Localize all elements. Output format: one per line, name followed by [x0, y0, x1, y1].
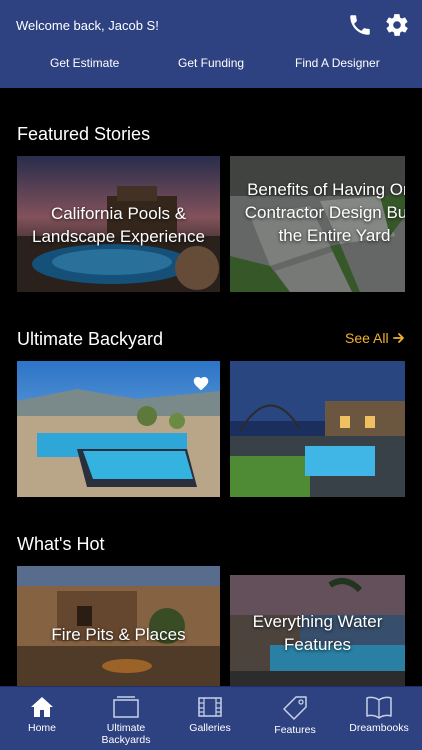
tab-label: Galleries [189, 722, 231, 734]
phone-icon[interactable] [347, 12, 373, 38]
backyard-icon [113, 696, 139, 718]
featured-card-one-contractor[interactable]: Benefits of Having One Contractor Design… [230, 156, 405, 292]
tab-ultimate-backyards[interactable]: Ultimate Backyards [84, 687, 168, 750]
hot-card-water-features[interactable]: Everything Water Features [230, 575, 405, 686]
backyard-card-1[interactable] [17, 361, 220, 497]
top-header: Welcome back, Jacob S! Get Estimate Get … [0, 0, 422, 88]
book-icon [366, 696, 392, 719]
desert-pool-photo [17, 361, 220, 497]
featured-stories-title: Featured Stories [17, 124, 151, 144]
tab-galleries[interactable]: Galleries [168, 687, 252, 750]
card-label: California Pools & Landscape Experience [32, 204, 205, 246]
tab-label: Dreambooks [349, 722, 409, 734]
gear-icon[interactable] [384, 12, 410, 38]
get-estimate-link[interactable]: Get Estimate [50, 56, 119, 70]
home-icon [31, 697, 53, 717]
arrow-right-icon [392, 333, 404, 343]
tab-home[interactable]: Home [0, 687, 84, 750]
night-pool-photo [230, 361, 405, 497]
tab-label: Home [27, 722, 56, 734]
find-designer-link[interactable]: Find A Designer [295, 56, 380, 70]
welcome-message: Welcome back, Jacob S! [16, 18, 159, 33]
see-all-link[interactable]: See All [345, 330, 406, 346]
card-label: Fire Pits & Places [51, 625, 186, 644]
tab-label: Ultimate Backyards [101, 722, 151, 746]
card-label: Everything Water Features [252, 612, 383, 654]
see-all-label: See All [345, 330, 389, 346]
heart-icon[interactable] [192, 375, 210, 391]
tab-label: Features [274, 724, 316, 736]
featured-card-california-pools[interactable]: California Pools & Landscape Experience [17, 156, 220, 292]
film-icon [198, 697, 222, 717]
backyard-card-2[interactable] [230, 361, 405, 497]
bottom-tab-bar: Home Ultimate Backyards Galleries Featur… [0, 686, 422, 750]
tab-dreambooks[interactable]: Dreambooks [337, 687, 421, 750]
tab-features[interactable]: Features [253, 687, 337, 750]
ultimate-backyard-title: Ultimate Backyard [17, 329, 164, 349]
whats-hot-title: What's Hot [17, 534, 105, 554]
get-funding-link[interactable]: Get Funding [178, 56, 244, 70]
tag-icon [283, 696, 307, 720]
hot-card-fire-pits[interactable]: Fire Pits & Places [17, 566, 220, 686]
card-label: Benefits of Having One Contractor Design… [244, 180, 405, 245]
